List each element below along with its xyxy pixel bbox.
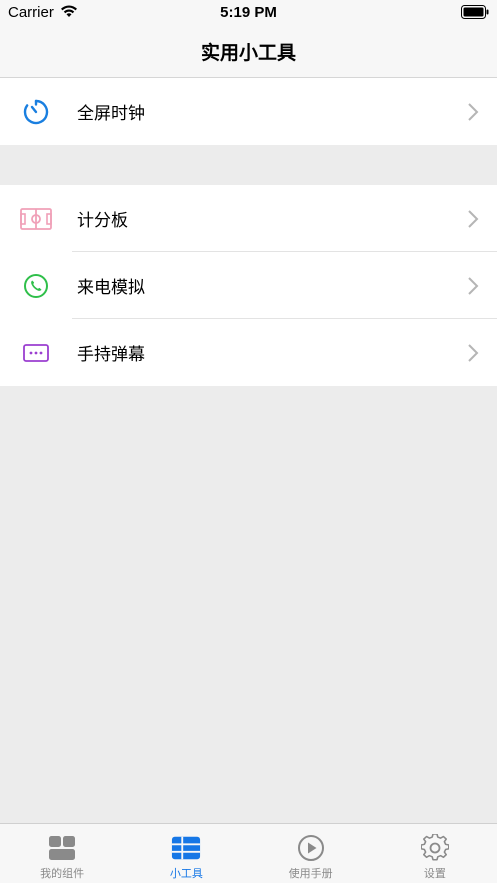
message-icon xyxy=(20,337,52,369)
row-label: 计分板 xyxy=(77,211,128,231)
tab-label: 我的组件 xyxy=(40,867,85,880)
tab-my-widgets[interactable]: 我的组件 xyxy=(0,824,124,883)
row-call-simulator[interactable]: 来电模拟 xyxy=(0,252,497,319)
section-tools: 计分板 来电模拟 手持弹幕 xyxy=(0,185,497,386)
section-clock: 全屏时钟 xyxy=(0,78,497,145)
battery-icon xyxy=(461,5,489,24)
timer-icon xyxy=(20,96,52,128)
chevron-right-icon xyxy=(468,102,479,121)
tab-tools[interactable]: 小工具 xyxy=(124,824,248,883)
tab-label: 设置 xyxy=(423,867,446,880)
row-scoreboard[interactable]: 计分板 xyxy=(0,185,497,252)
phone-icon xyxy=(20,270,52,302)
widgets-icon xyxy=(47,833,77,863)
tab-settings[interactable]: 设置 xyxy=(373,824,497,883)
row-label: 手持弹幕 xyxy=(77,345,145,365)
status-time: 5:19 PM xyxy=(220,4,277,21)
status-bar: Carrier 5:19 PM xyxy=(0,0,497,26)
chevron-right-icon xyxy=(468,343,479,362)
tab-bar: 我的组件 小工具 使用手册 设置 xyxy=(0,823,497,883)
row-label: 来电模拟 xyxy=(77,278,145,298)
tools-icon xyxy=(171,833,201,863)
page-title: 实用小工具 xyxy=(200,42,296,64)
gear-icon xyxy=(420,833,450,863)
navigation-bar: 实用小工具 xyxy=(0,26,497,78)
row-fullscreen-clock[interactable]: 全屏时钟 xyxy=(0,78,497,145)
chevron-right-icon xyxy=(468,209,479,228)
tab-label: 使用手册 xyxy=(288,867,333,880)
scoreboard-icon xyxy=(20,203,52,235)
chevron-right-icon xyxy=(468,276,479,295)
row-label: 全屏时钟 xyxy=(77,104,145,124)
play-icon xyxy=(296,833,326,863)
row-handheld-danmaku[interactable]: 手持弹幕 xyxy=(0,319,497,386)
tab-label: 小工具 xyxy=(169,867,203,880)
tab-manual[interactable]: 使用手册 xyxy=(249,824,373,883)
